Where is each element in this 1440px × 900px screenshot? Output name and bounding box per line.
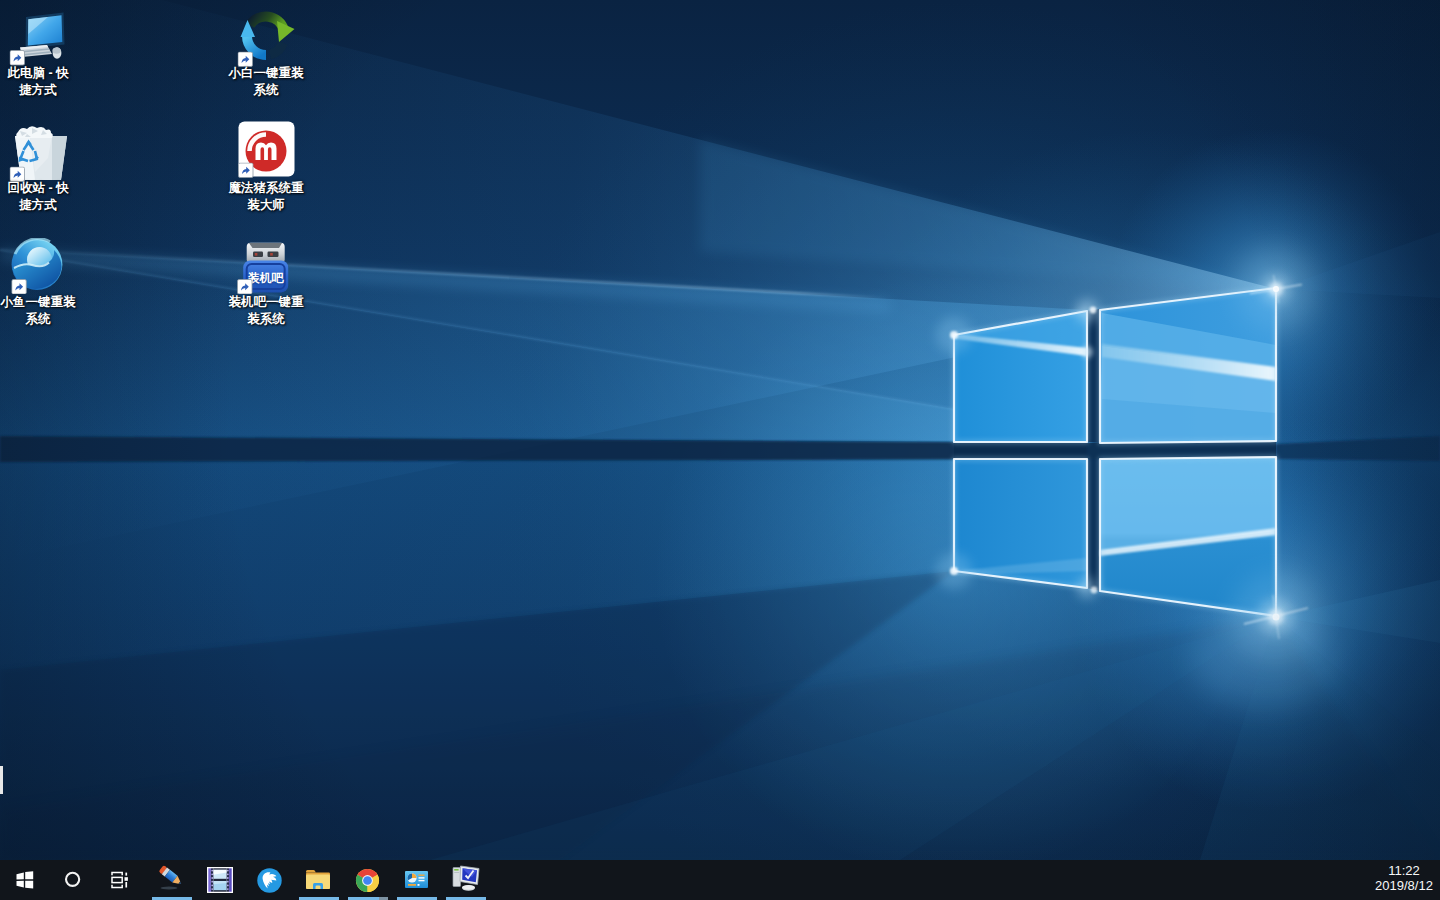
- svg-text:装机吧: 装机吧: [248, 271, 285, 285]
